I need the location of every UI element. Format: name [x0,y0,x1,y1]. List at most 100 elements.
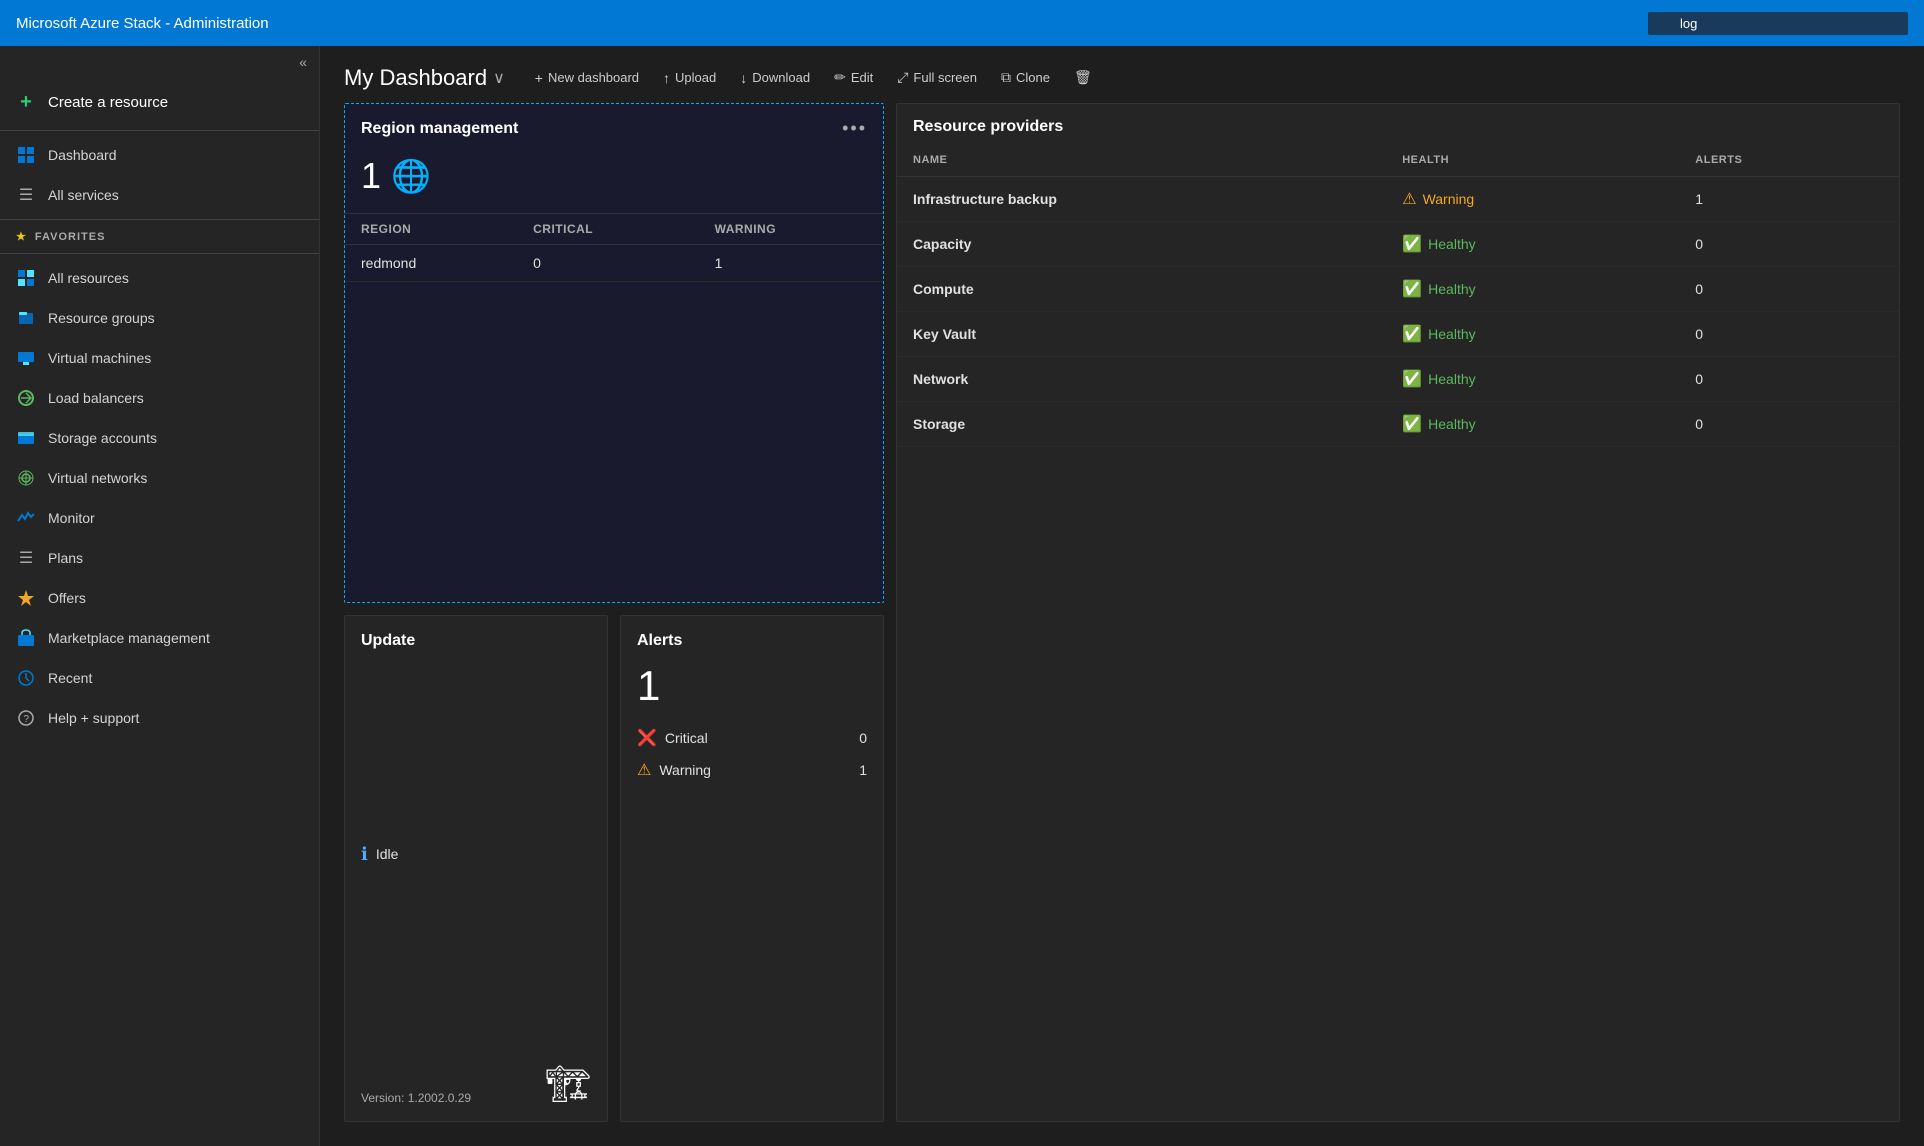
alert-label: Critical [665,730,708,746]
sidebar-item-label: Load balancers [48,390,144,406]
sidebar-item-virtual-networks[interactable]: Virtual networks [0,458,319,498]
sidebar-item-offers[interactable]: Offers [0,578,319,618]
update-status: ℹ Idle [361,844,591,865]
rp-alerts: 0 [1679,312,1899,357]
main-layout: « + Create a resource Dashboard ☰ All se [0,46,1924,1146]
rp-tile-title: Resource providers [913,118,1063,136]
sidebar-item-virtual-machines[interactable]: Virtual machines [0,338,319,378]
table-row[interactable]: Network ✅ Healthy 0 [897,357,1899,402]
rp-health: ✅ Healthy [1386,222,1679,267]
sidebar-item-help[interactable]: ? Help + support [0,698,319,738]
rp-alerts-header: ALERTS [1679,144,1899,177]
new-dashboard-button[interactable]: + New dashboard [525,65,649,91]
plans-icon: ☰ [16,548,36,568]
help-icon: ? [16,708,36,728]
sidebar-item-plans[interactable]: ☰ Plans [0,538,319,578]
fullscreen-icon: ⤢ [897,69,908,86]
alert-row: ⚠ Warning 1 [637,754,867,786]
new-dashboard-icon: + [535,70,543,86]
delete-button[interactable]: 🗑 [1064,64,1102,91]
clone-label: Clone [1016,70,1050,85]
marketplace-icon [16,628,36,648]
table-row[interactable]: redmond 0 1 [345,245,883,282]
sidebar-item-recent[interactable]: Recent [0,658,319,698]
update-illustration-icon: 🏗 [545,1063,591,1105]
sidebar-item-create-resource[interactable]: + Create a resource [0,78,319,126]
rp-table: NAME HEALTH ALERTS Infrastructure backup… [897,144,1899,447]
region-management-tile: Region management ••• 1 🌐 REGION CRITICA… [344,103,884,603]
favorites-section-label: ★ FAVORITES [0,224,319,249]
clone-button[interactable]: ⧉ Clone [991,64,1060,91]
sidebar-item-monitor[interactable]: Monitor [0,498,319,538]
download-label: Download [752,70,810,85]
all-resources-icon [16,268,36,288]
alerts-tile-title: Alerts [637,632,867,650]
new-dashboard-label: New dashboard [548,70,639,85]
alert-count-value: 1 [859,762,867,778]
content-area: My Dashboard ∨ + New dashboard ↑ Upload … [320,46,1924,1146]
sidebar-item-resource-groups[interactable]: Resource groups [0,298,319,338]
update-tile: Update ℹ Idle Version: 1.2002.0.29 🏗 [344,615,608,1123]
offers-icon [16,588,36,608]
dashboard-chevron-icon[interactable]: ∨ [493,68,505,88]
region-name: redmond [345,245,517,282]
alert-icon: ❌ [637,728,657,748]
download-button[interactable]: ↓ Download [730,65,820,91]
sidebar-divider-2 [0,219,319,220]
storage-accounts-icon [16,428,36,448]
virtual-machines-icon [16,348,36,368]
table-row[interactable]: Key Vault ✅ Healthy 0 [897,312,1899,357]
rp-alerts: 0 [1679,267,1899,312]
collapse-icon[interactable]: « [299,54,307,70]
rp-name: Capacity [897,222,1386,267]
search-input[interactable] [1648,12,1908,35]
rp-name: Storage [897,402,1386,447]
rp-name: Infrastructure backup [897,177,1386,222]
dashboard-title-text: My Dashboard [344,65,487,91]
rp-name: Key Vault [897,312,1386,357]
update-status-icon: ℹ [361,844,368,865]
sidebar-item-marketplace[interactable]: Marketplace management [0,618,319,658]
table-row[interactable]: Infrastructure backup ⚠ Warning 1 [897,177,1899,222]
edit-button[interactable]: ✏ Edit [824,64,883,91]
table-row[interactable]: Capacity ✅ Healthy 0 [897,222,1899,267]
update-status-text: Idle [376,846,399,862]
sidebar-item-load-balancers[interactable]: Load balancers [0,378,319,418]
alerts-tile: Alerts 1 ❌ Critical 0 ⚠ Warning 1 [620,615,884,1123]
favorites-star-icon: ★ [16,230,27,243]
sidebar-item-all-resources[interactable]: All resources [0,258,319,298]
critical-col-header: CRITICAL [517,214,698,245]
alert-count-value: 0 [859,730,867,746]
upload-icon: ↑ [663,70,670,86]
bottom-tiles: Update ℹ Idle Version: 1.2002.0.29 🏗 Ale… [344,615,884,1123]
region-col-header: REGION [345,214,517,245]
upload-button[interactable]: ↑ Upload [653,65,726,91]
clone-icon: ⧉ [1001,69,1011,86]
svg-text:?: ? [24,714,30,725]
sidebar-item-all-services[interactable]: ☰ All services [0,175,319,215]
rp-alerts: 0 [1679,402,1899,447]
region-count: 1 🌐 [345,147,883,213]
search-wrapper: 🔍 [1648,12,1908,35]
monitor-icon [16,508,36,528]
sidebar-item-dashboard[interactable]: Dashboard [0,135,319,175]
update-bottom: Version: 1.2002.0.29 🏗 [361,1063,591,1105]
region-tile-menu-button[interactable]: ••• [842,118,867,139]
region-table: REGION CRITICAL WARNING redmond 0 1 [345,213,883,282]
sidebar-item-label: Offers [48,590,86,606]
table-row[interactable]: Compute ✅ Healthy 0 [897,267,1899,312]
dashboard-icon [16,145,36,165]
create-resource-label: Create a resource [48,94,168,111]
rp-health: ✅ Healthy [1386,402,1679,447]
sidebar-item-storage-accounts[interactable]: Storage accounts [0,418,319,458]
rp-alerts: 0 [1679,357,1899,402]
dashboard-grid: Region management ••• 1 🌐 REGION CRITICA… [320,103,1924,1146]
fullscreen-label: Full screen [913,70,977,85]
resource-providers-tile: Resource providers NAME HEALTH ALERTS In… [896,103,1900,1122]
region-critical: 0 [517,245,698,282]
version-text: Version: 1.2002.0.29 [361,1091,471,1105]
sidebar-item-label: Monitor [48,510,95,526]
fullscreen-button[interactable]: ⤢ Full screen [887,64,987,91]
table-row[interactable]: Storage ✅ Healthy 0 [897,402,1899,447]
rp-tile-header: Resource providers [897,104,1899,144]
